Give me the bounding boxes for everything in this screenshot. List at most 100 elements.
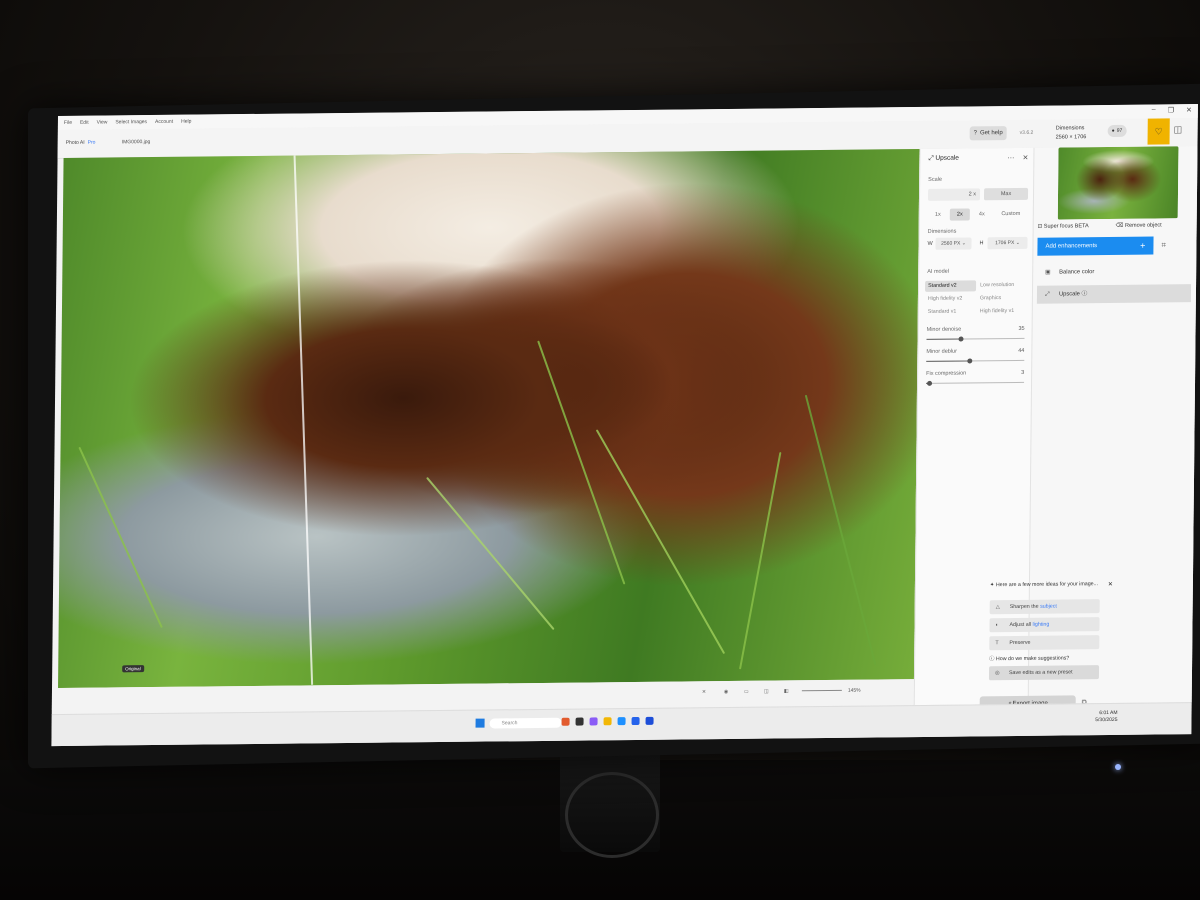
ai-model-label: AI model xyxy=(927,268,949,275)
app-icon[interactable] xyxy=(645,716,654,725)
menu-account[interactable]: Account xyxy=(155,119,173,125)
denoise-value: 35 xyxy=(1018,325,1025,332)
original-badge: Original xyxy=(122,665,144,673)
app-icon[interactable] xyxy=(631,716,640,726)
how-suggestions-link[interactable]: ⓘ How do we make suggestions? xyxy=(989,653,1069,662)
dimensions-label: Dimensions xyxy=(1055,125,1085,132)
taskbar-apps xyxy=(561,716,654,726)
model-standard-v1[interactable]: Standard v1 xyxy=(925,306,976,318)
window-controls: – ❐ ✕ xyxy=(1152,106,1192,115)
close-window-button[interactable]: ✕ xyxy=(1186,106,1192,114)
deblur-label: Minor deblur xyxy=(926,348,957,355)
save-icon: ◎ xyxy=(994,670,1000,677)
pro-badge: Pro xyxy=(87,139,96,146)
scale-label: Scale xyxy=(928,176,942,183)
dimensions-value: 2560 × 1706 xyxy=(1055,134,1087,141)
suggestion-sharpen[interactable]: △ Sharpen the subject xyxy=(989,599,1100,615)
model-high-fidelity-v1[interactable]: High fidelity v1 xyxy=(977,306,1030,318)
file-tab[interactable]: IMG0000.jpg xyxy=(122,139,151,145)
dimensions-section-label: Dimensions xyxy=(927,228,957,235)
width-label: W xyxy=(927,240,933,247)
app-icon[interactable] xyxy=(561,717,570,726)
suggestions-title: ✦ Here are a few more ideas for your ima… xyxy=(989,581,1099,589)
compare-view-icon[interactable]: ◫ xyxy=(764,689,769,695)
eye-icon[interactable]: ◉ xyxy=(724,689,728,695)
deblur-slider[interactable] xyxy=(926,358,1025,364)
scale-4x[interactable]: 4x xyxy=(972,208,992,220)
menu-file[interactable]: File xyxy=(64,120,72,126)
model-low-resolution[interactable]: Low resolution xyxy=(977,280,1030,292)
sharpen-icon: △ xyxy=(995,604,1000,611)
suggestion-preserve[interactable]: T Preserve xyxy=(989,635,1100,651)
app-icon[interactable] xyxy=(575,717,584,726)
add-enhancements-button[interactable]: Add enhancements + xyxy=(1037,236,1154,256)
version-label: v3.6.2 xyxy=(1019,129,1034,136)
start-icon[interactable] xyxy=(475,718,485,728)
menu-select-images[interactable]: Select Images xyxy=(115,119,147,125)
scale-1x[interactable]: 1x xyxy=(928,209,948,221)
height-label: H xyxy=(979,240,984,247)
help-icon: ? xyxy=(973,130,978,137)
power-led-icon xyxy=(1115,764,1121,770)
remove-object-button[interactable]: ⌫ Remove object xyxy=(1116,222,1162,228)
scale-input[interactable]: 2 x xyxy=(927,188,981,201)
scale-2x[interactable]: 2x xyxy=(949,208,970,221)
enhancement-upscale[interactable]: ⤢ Upscale ⓘ xyxy=(1036,284,1192,304)
suggestion-adjust-lighting[interactable]: ◐ Adjust all lighting xyxy=(989,617,1100,633)
credit-icon: ● xyxy=(1111,127,1115,134)
maximize-button[interactable]: ❐ xyxy=(1168,106,1174,114)
eraser-icon: ⌫ xyxy=(1115,222,1126,229)
balance-color-icon: ▣ xyxy=(1045,269,1051,276)
compression-slider[interactable] xyxy=(926,380,1025,386)
dismiss-suggestions-icon[interactable]: ✕ xyxy=(1108,581,1113,588)
max-scale-button[interactable]: Max xyxy=(983,187,1029,201)
app-title: Photo AI Pro xyxy=(65,139,96,146)
stand-cable-ring xyxy=(565,772,659,858)
get-help-button[interactable]: ? Get help xyxy=(969,126,1007,141)
enhancements-panel: ⊡ Super focus BETA ⌫ Remove object Add e… xyxy=(988,146,1198,704)
deblur-value: 44 xyxy=(1018,347,1025,354)
height-input[interactable]: 1706 PX ⌄ xyxy=(987,236,1028,250)
menu-help[interactable]: Help xyxy=(181,119,191,125)
super-focus-button[interactable]: ⊡ Super focus BETA xyxy=(1038,223,1089,230)
menu-edit[interactable]: Edit xyxy=(80,120,89,126)
compression-value: 3 xyxy=(1021,369,1025,376)
zoom-level[interactable]: 145% xyxy=(848,688,861,694)
taskbar-clock[interactable]: 6:01 AM 5/30/2025 xyxy=(1095,710,1117,724)
credits-badge[interactable]: ● 97 xyxy=(1107,124,1127,138)
panel-toggle-icon[interactable]: ◫ xyxy=(1174,124,1183,135)
zoom-slider[interactable] xyxy=(801,689,842,692)
compare-divider[interactable] xyxy=(293,155,314,685)
denoise-slider[interactable] xyxy=(926,336,1025,342)
monitor-screen: File Edit View Select Images Account Hel… xyxy=(51,104,1198,747)
image-thumbnail[interactable] xyxy=(1057,146,1179,220)
upscale-title: ⤢ Upscale xyxy=(928,154,959,162)
crop-icon[interactable]: ⌗ xyxy=(1161,240,1166,250)
app-icon[interactable] xyxy=(589,717,598,726)
split-view-icon[interactable]: ◧ xyxy=(784,688,789,694)
lighting-icon: ◐ xyxy=(995,622,999,629)
plus-icon: + xyxy=(1140,240,1146,251)
folder-icon[interactable] xyxy=(603,717,612,726)
notification-button[interactable]: ♡ xyxy=(1147,118,1170,145)
compression-label: Fix compression xyxy=(926,370,967,377)
image-canvas[interactable]: Original xyxy=(58,148,920,689)
single-view-icon[interactable]: ▭ xyxy=(744,689,749,695)
menu-view[interactable]: View xyxy=(97,119,108,125)
more-options-icon[interactable]: ⋯ xyxy=(1007,154,1014,162)
enhancement-balance-color[interactable]: ▣ Balance color xyxy=(1037,262,1191,282)
model-standard-v2[interactable]: Standard v2 xyxy=(925,280,977,292)
scale-custom[interactable]: Custom xyxy=(994,208,1028,220)
text-icon: T xyxy=(995,640,999,647)
denoise-label: Minor denoise xyxy=(926,326,962,333)
save-preset-button[interactable]: ◎ Save edits as a new preset xyxy=(988,665,1100,681)
fit-icon[interactable]: ✕ xyxy=(702,689,706,695)
edge-icon[interactable] xyxy=(617,717,626,726)
width-input[interactable]: 2560 PX ⌄ xyxy=(935,237,972,250)
taskbar-search[interactable]: Search xyxy=(489,717,562,729)
minimize-button[interactable]: – xyxy=(1152,107,1156,115)
close-panel-icon[interactable]: ✕ xyxy=(1022,154,1028,162)
upscale-icon: ⤢ xyxy=(1044,291,1050,298)
model-graphics[interactable]: Graphics xyxy=(977,293,1030,305)
model-high-fidelity-v2[interactable]: High fidelity v2 xyxy=(925,293,976,305)
